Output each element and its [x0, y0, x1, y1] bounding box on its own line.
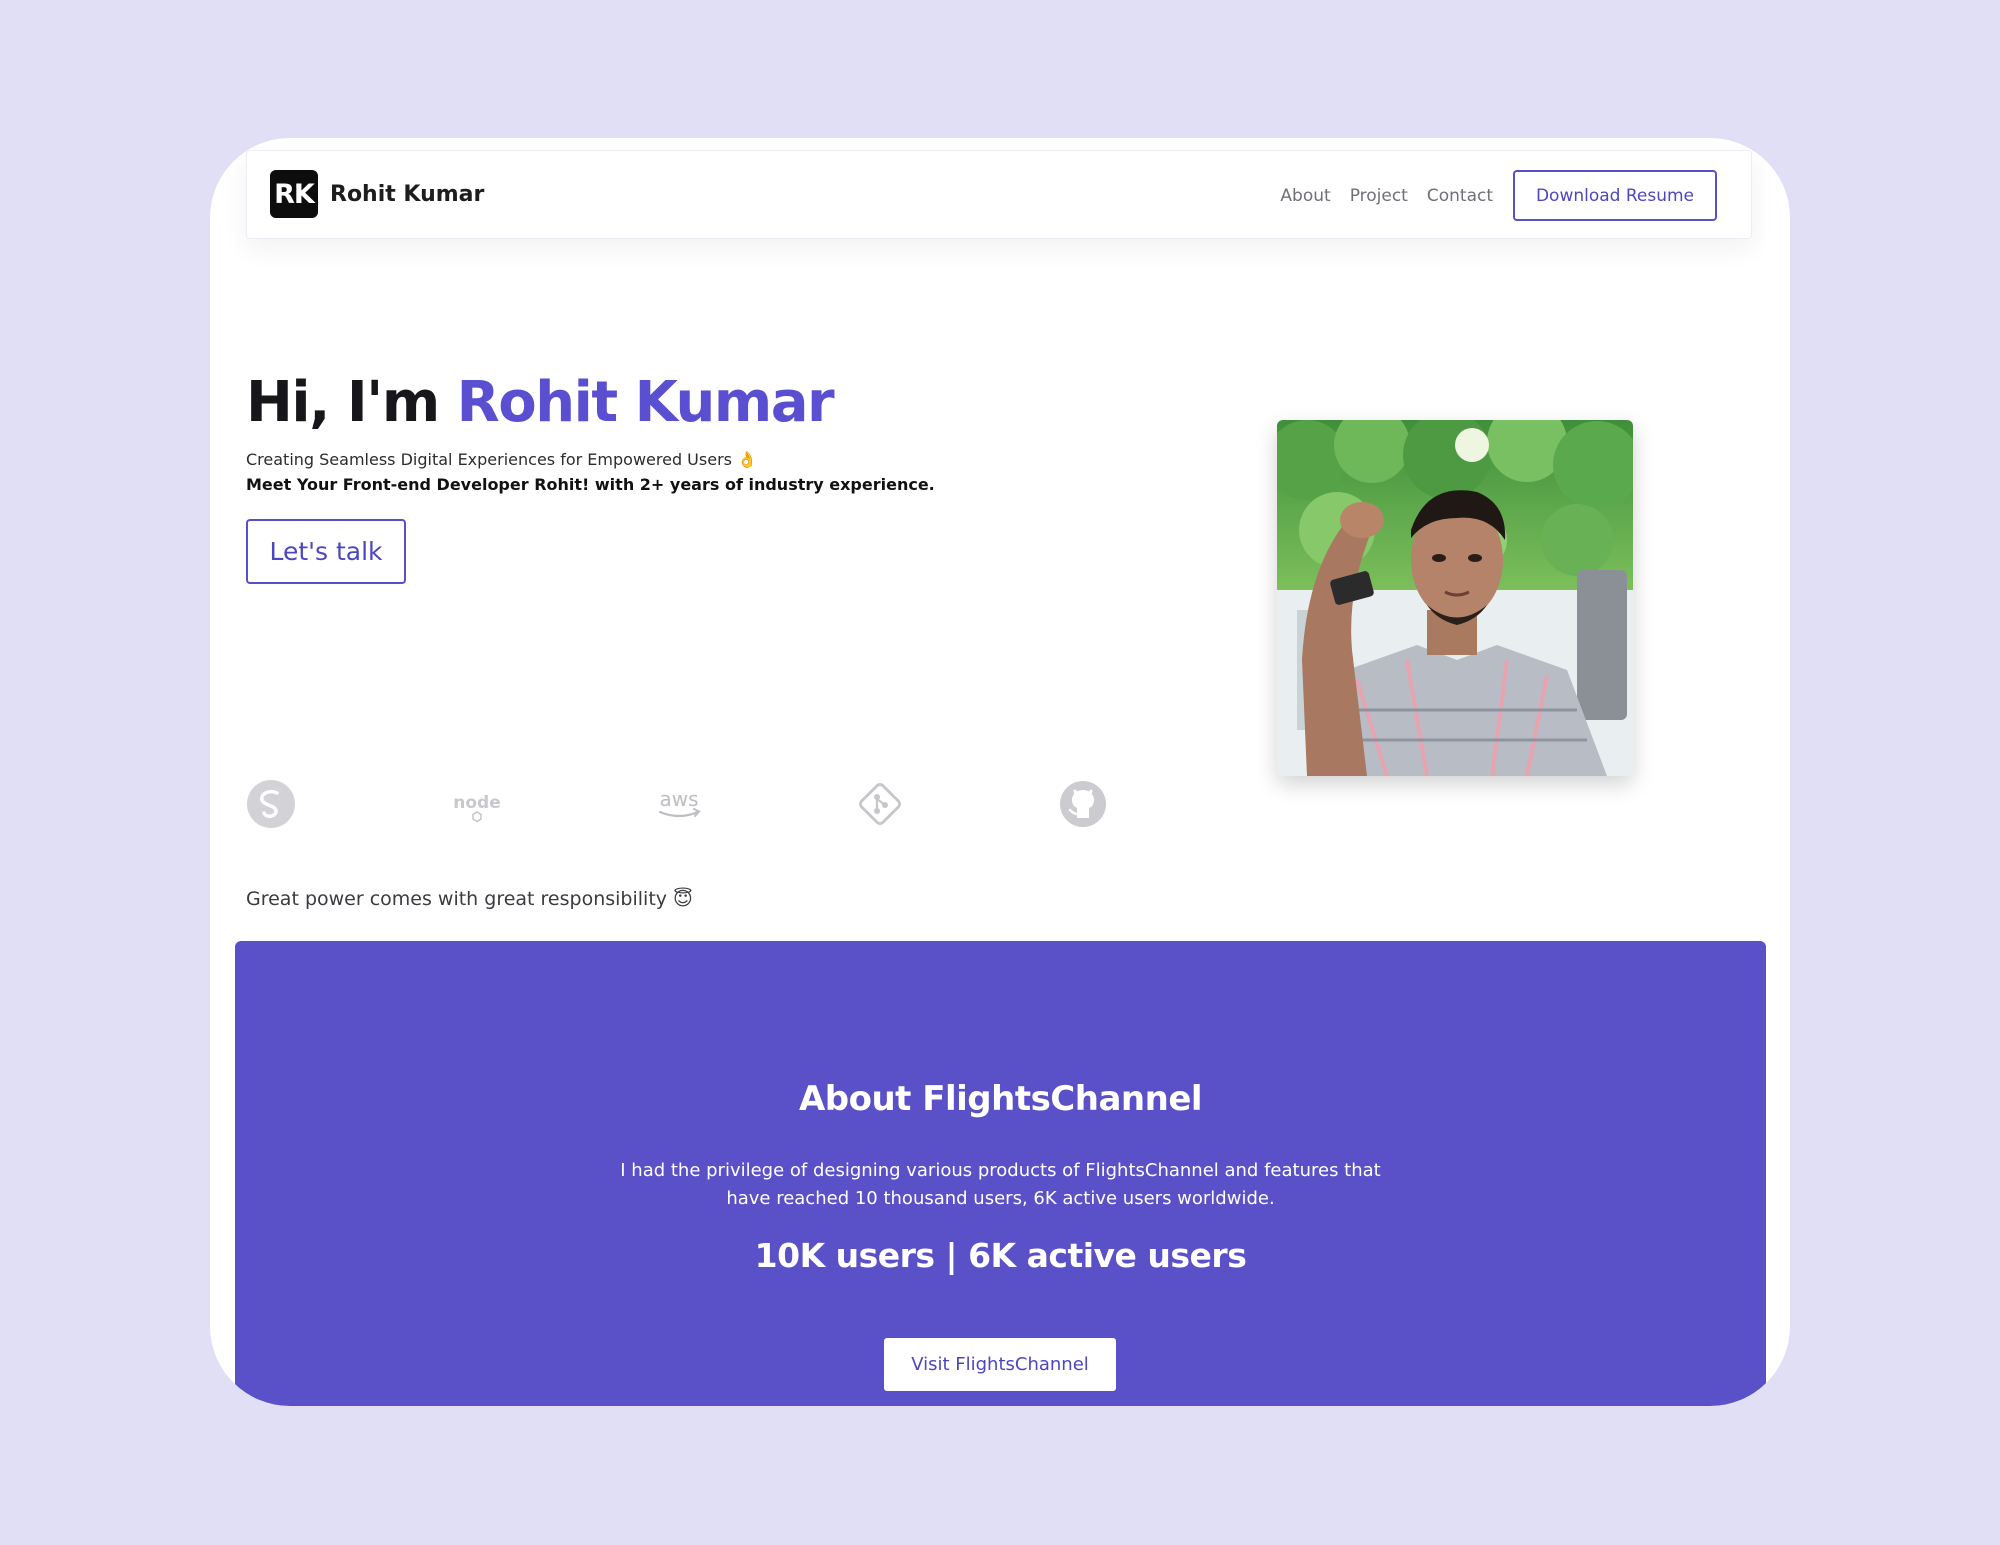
logo-badge: RK: [270, 170, 318, 218]
hero-intro: Meet Your Front-end Developer Rohit! wit…: [246, 475, 935, 494]
nav-link-contact[interactable]: Contact: [1427, 186, 1493, 206]
about-section: About FlightsChannel I had the privilege…: [235, 941, 1766, 1406]
about-title: About FlightsChannel: [798, 1079, 1203, 1119]
portfolio-window: RK Rohit Kumar About Project Contact Dow…: [210, 138, 1790, 1406]
svg-text:node: node: [453, 793, 500, 813]
nav-link-project[interactable]: Project: [1350, 186, 1408, 206]
hero-title: Hi, I'm Rohit Kumar: [246, 370, 835, 435]
motto-text: Great power comes with great responsibil…: [246, 888, 693, 910]
node-icon: node: [449, 779, 505, 829]
tech-stack-row: node aws: [246, 779, 1106, 829]
download-resume-button[interactable]: Download Resume: [1513, 170, 1717, 221]
profile-photo: [1277, 420, 1633, 776]
git-icon: [855, 779, 905, 829]
navbar: RK Rohit Kumar About Project Contact Dow…: [246, 150, 1752, 239]
brand-name: Rohit Kumar: [330, 181, 485, 207]
github-icon: [1058, 779, 1108, 829]
logo[interactable]: RK Rohit Kumar: [270, 170, 484, 218]
sass-icon: [246, 779, 296, 829]
aws-icon: aws: [652, 779, 706, 829]
nav-links: About Project Contact Download Resume: [1280, 170, 1717, 221]
lets-talk-button[interactable]: Let's talk: [246, 519, 406, 584]
hero-greeting: Hi, I'm: [246, 370, 457, 435]
about-stats: 10K users | 6K active users: [754, 1236, 1247, 1275]
nav-link-about[interactable]: About: [1280, 186, 1330, 206]
visit-flightschannel-button[interactable]: Visit FlightsChannel: [884, 1338, 1116, 1391]
svg-text:aws: aws: [659, 787, 698, 811]
hero-name: Rohit Kumar: [456, 370, 835, 435]
hero-tagline: Creating Seamless Digital Experiences fo…: [246, 450, 757, 469]
about-description: I had the privilege of designing various…: [620, 1160, 1381, 1209]
